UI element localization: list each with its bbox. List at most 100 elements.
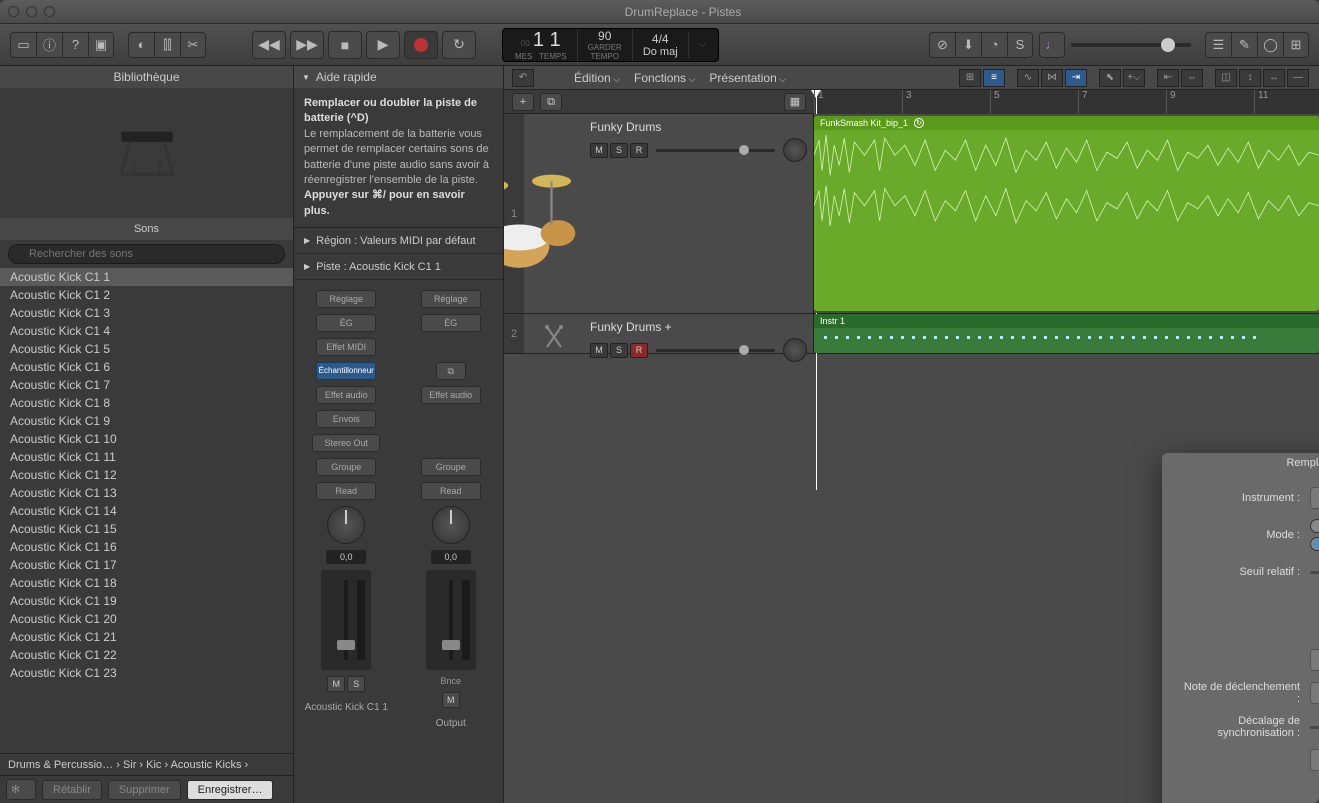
volume-slider[interactable] — [656, 149, 775, 152]
zoom-fit-button[interactable]: ⇔ — [1181, 69, 1203, 87]
pointer-tool[interactable]: ⬉ — [1099, 69, 1121, 87]
library-breadcrumb[interactable]: Drums & Percussio… › Sir › Kic › Acousti… — [0, 753, 293, 775]
pan-value[interactable]: 0,0 — [431, 550, 471, 564]
waveform-zoom-button[interactable]: ◫ — [1215, 69, 1237, 87]
master-volume-slider[interactable] — [1071, 43, 1191, 47]
library-gear-button[interactable]: ✻ — [6, 779, 36, 800]
record-button[interactable] — [404, 31, 438, 59]
volume-slider[interactable] — [656, 349, 775, 352]
list-editors-button[interactable]: ☰ — [1205, 32, 1231, 58]
mute-button[interactable]: M — [442, 692, 460, 708]
stop-button[interactable]: ■ — [328, 31, 362, 59]
edit-menu[interactable]: Édition — [574, 71, 620, 85]
region-disclosure[interactable]: Région : Valeurs MIDI par défaut — [294, 228, 503, 254]
mixer-button[interactable]: ⫿⫿ — [154, 32, 180, 58]
library-item[interactable]: Acoustic Kick C1 7 — [0, 376, 293, 394]
flex-button[interactable]: ⋈ — [1041, 69, 1063, 87]
replace-button[interactable]: ⊘ — [929, 32, 955, 58]
sends-button[interactable]: Envois — [316, 410, 376, 428]
trigger-note-select[interactable]: Autom. — [1310, 682, 1319, 704]
solo-button[interactable]: S — [1007, 32, 1033, 58]
library-delete-button[interactable]: Supprimer — [108, 780, 181, 800]
instrument-slot[interactable]: Échantillonneur — [316, 362, 376, 380]
mute-button[interactable]: M — [327, 676, 345, 692]
snap-button[interactable]: ≡ — [983, 69, 1005, 87]
audio-fx-button[interactable]: Effet audio — [421, 386, 481, 404]
play-button[interactable]: ▶ — [366, 31, 400, 59]
library-item[interactable]: Acoustic Kick C1 16 — [0, 538, 293, 556]
library-item[interactable]: Acoustic Kick C1 2 — [0, 286, 293, 304]
solo-button[interactable]: S — [610, 343, 628, 358]
library-toggle-button[interactable]: ▭ — [10, 32, 36, 58]
pan-knob[interactable] — [327, 506, 365, 544]
low-latency-button[interactable]: ⬇ — [955, 32, 981, 58]
cycle-button[interactable]: ↻ — [442, 31, 476, 59]
track-lane[interactable]: Instr 1 — [814, 314, 1319, 353]
vertical-zoom-button[interactable]: ↕ — [1239, 69, 1261, 87]
horizontal-zoom-button[interactable]: ↔ — [1263, 69, 1285, 87]
track-lane[interactable]: FunkSmash Kit_bip_1↻ — [814, 114, 1319, 313]
eq-button[interactable]: ÉG — [421, 314, 481, 332]
rewind-button[interactable]: ◀◀ — [252, 31, 286, 59]
library-item[interactable]: Acoustic Kick C1 14 — [0, 502, 293, 520]
quick-help-header[interactable]: Aide rapide — [294, 66, 503, 88]
minimize-icon[interactable] — [26, 6, 37, 17]
add-track-button[interactable]: + — [512, 93, 534, 111]
close-icon[interactable] — [8, 6, 19, 17]
preview-button[interactable]: Aperçu — [1310, 649, 1319, 671]
tempo-value[interactable]: 90 — [588, 29, 622, 43]
pan-knob[interactable] — [783, 338, 807, 362]
smart-controls-button[interactable]: ◐ — [128, 32, 154, 58]
library-item[interactable]: Acoustic Kick C1 21 — [0, 628, 293, 646]
track-disclosure[interactable]: Piste : Acoustic Kick C1 1 — [294, 254, 503, 280]
record-enable-button[interactable]: R — [630, 343, 648, 358]
library-revert-button[interactable]: Rétablir — [42, 780, 102, 800]
back-button[interactable]: ↶ — [512, 69, 534, 87]
automation-curve-button[interactable]: ∿ — [1017, 69, 1039, 87]
library-item[interactable]: Acoustic Kick C1 12 — [0, 466, 293, 484]
mode-replace-radio[interactable]: Remplacement — [1310, 519, 1319, 533]
record-enable-button[interactable]: R — [630, 143, 648, 158]
zoom-h-button[interactable]: ⇤ — [1157, 69, 1179, 87]
threshold-slider[interactable] — [1310, 571, 1319, 574]
catch-button[interactable]: ⇥ — [1065, 69, 1087, 87]
stereo-link-button[interactable]: ⧉ — [436, 362, 466, 380]
editors-button[interactable]: ✂ — [180, 32, 206, 58]
library-item[interactable]: Acoustic Kick C1 15 — [0, 520, 293, 538]
pan-knob[interactable] — [432, 506, 470, 544]
group-button[interactable]: Groupe — [421, 458, 481, 476]
library-item[interactable]: Acoustic Kick C1 9 — [0, 412, 293, 430]
volume-fader[interactable] — [426, 570, 476, 670]
library-item[interactable]: Acoustic Kick C1 23 — [0, 664, 293, 682]
zoom-slider-button[interactable]: — — [1287, 69, 1309, 87]
library-item[interactable]: Acoustic Kick C1 8 — [0, 394, 293, 412]
key-signature[interactable]: Do maj — [643, 46, 678, 58]
library-item[interactable]: Acoustic Kick C1 19 — [0, 592, 293, 610]
lcd-display[interactable]: 00 1 1 MES TEMPS 90 GARDER TEMPO 4/4 Do … — [502, 28, 719, 62]
tool-menu[interactable]: +⌵ — [1123, 69, 1145, 87]
library-item[interactable]: Acoustic Kick C1 5 — [0, 340, 293, 358]
eq-button[interactable]: ÉG — [316, 314, 376, 332]
library-item[interactable]: Acoustic Kick C1 11 — [0, 448, 293, 466]
help-toggle-button[interactable]: ? — [62, 32, 88, 58]
library-save-button[interactable]: Enregistrer… — [187, 780, 274, 800]
forward-button[interactable]: ▶▶ — [290, 31, 324, 59]
mode-double-radio[interactable]: Doublement — [1310, 537, 1319, 551]
volume-fader[interactable] — [321, 570, 371, 670]
track-name[interactable]: Funky Drums — [590, 120, 807, 134]
setting-button[interactable]: Réglage — [316, 290, 376, 308]
offset-slider[interactable] — [1310, 726, 1319, 729]
notepad-button[interactable]: ✎ — [1231, 32, 1257, 58]
media-button[interactable]: ⊞ — [1283, 32, 1309, 58]
setting-button[interactable]: Réglage — [421, 290, 481, 308]
timeline-ruler[interactable]: 1357911 — [814, 90, 1319, 114]
automation-button[interactable]: Read — [421, 482, 481, 500]
library-item[interactable]: Acoustic Kick C1 17 — [0, 556, 293, 574]
mute-button[interactable]: M — [590, 343, 608, 358]
count-in-button[interactable]: ♩ — [1039, 32, 1065, 58]
set-attack-button[interactable]: Définir la durée d'attaque moyenne — [1310, 749, 1319, 771]
library-item[interactable]: Acoustic Kick C1 1 — [0, 268, 293, 286]
functions-menu[interactable]: Fonctions — [634, 71, 695, 85]
automation-button[interactable]: Read — [316, 482, 376, 500]
library-search-input[interactable] — [8, 244, 285, 264]
